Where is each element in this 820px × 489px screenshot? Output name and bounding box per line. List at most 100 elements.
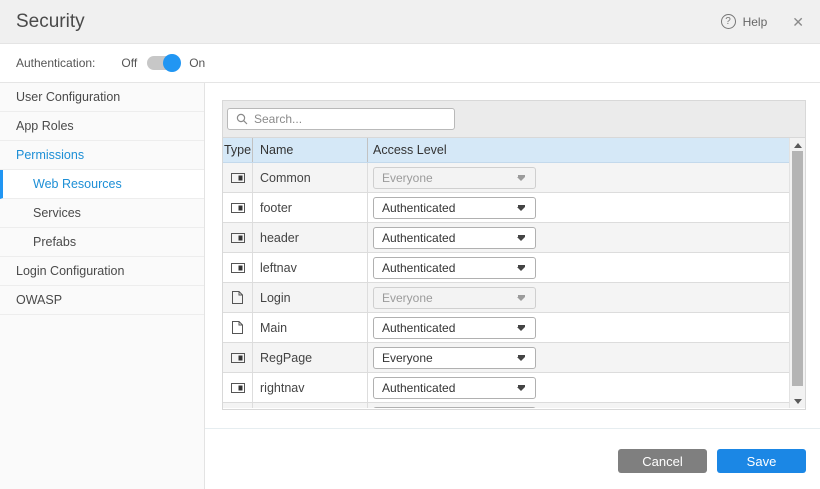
table-row[interactable]: rightnav Authenticated	[223, 373, 789, 403]
caret-down-icon	[517, 295, 525, 301]
table-row[interactable]: Main Authenticated	[223, 313, 789, 343]
sidebar-item-permissions[interactable]: Permissions	[0, 141, 204, 170]
main-panel: Type Name Access Level Commo	[205, 83, 820, 489]
access-level-select[interactable]: Everyone	[373, 287, 536, 309]
cancel-button[interactable]: Cancel	[618, 449, 707, 473]
access-level-cell: Everyone	[368, 163, 789, 192]
partial-page-icon	[231, 203, 245, 213]
access-level-value: Everyone	[382, 171, 517, 185]
resource-type-cell	[223, 223, 253, 252]
table-row[interactable]: Login Everyone	[223, 283, 789, 313]
column-header-name: Name	[253, 138, 368, 162]
security-dialog: Security ? Help ✕ Authentication: Off On…	[0, 0, 820, 489]
page-icon	[232, 291, 243, 304]
column-header-type: Type	[223, 138, 253, 162]
close-icon[interactable]: ✕	[792, 15, 804, 29]
partial-page-icon	[231, 383, 245, 393]
sidebar-item-services[interactable]: Services	[0, 199, 204, 228]
access-level-value: Everyone	[382, 351, 517, 365]
resources-grid: Type Name Access Level Commo	[222, 100, 806, 410]
caret-down-icon	[517, 355, 525, 361]
search-input[interactable]	[254, 112, 446, 126]
save-button[interactable]: Save	[717, 449, 806, 473]
access-level-value: Everyone	[382, 291, 517, 305]
toggle-on-label: On	[189, 56, 205, 70]
access-level-value: Authenticated	[382, 261, 517, 275]
access-level-cell	[368, 403, 789, 408]
partial-page-icon	[231, 263, 245, 273]
sidebar-item-login-configuration[interactable]: Login Configuration	[0, 257, 204, 286]
access-level-cell: Authenticated	[368, 193, 789, 222]
table-row[interactable]: leftnav Authenticated	[223, 253, 789, 283]
sidebar: User Configuration App Roles Permissions…	[0, 83, 205, 489]
table-row[interactable]	[223, 403, 789, 408]
grid-body: Type Name Access Level Commo	[223, 138, 805, 408]
resource-type-cell	[223, 403, 253, 408]
resource-name: Login	[253, 283, 368, 312]
resource-type-cell	[223, 283, 253, 312]
access-level-value: Authenticated	[382, 321, 517, 335]
access-level-select[interactable]: Authenticated	[373, 227, 536, 249]
access-level-select[interactable]: Everyone	[373, 347, 536, 369]
sidebar-item-web-resources[interactable]: Web Resources	[0, 170, 204, 199]
access-level-cell: Authenticated	[368, 313, 789, 342]
access-level-select[interactable]: Authenticated	[373, 377, 536, 399]
resource-type-cell	[223, 193, 253, 222]
scroll-up-icon[interactable]	[790, 138, 805, 152]
resource-type-cell	[223, 163, 253, 192]
table-row[interactable]: footer Authenticated	[223, 193, 789, 223]
sidebar-item-user-configuration[interactable]: User Configuration	[0, 83, 204, 112]
action-buttons: Cancel Save	[205, 449, 820, 473]
access-level-value: Authenticated	[382, 231, 517, 245]
sidebar-item-prefabs[interactable]: Prefabs	[0, 228, 204, 257]
partial-page-icon	[231, 353, 245, 363]
access-level-cell: Authenticated	[368, 373, 789, 402]
scroll-down-icon[interactable]	[790, 394, 805, 408]
access-level-select[interactable]: Authenticated	[373, 317, 536, 339]
partial-page-icon	[231, 233, 245, 243]
access-level-cell: Authenticated	[368, 223, 789, 252]
resource-name: header	[253, 223, 368, 252]
access-level-value: Authenticated	[382, 381, 517, 395]
table-header-row: Type Name Access Level	[223, 138, 789, 163]
caret-down-icon	[517, 325, 525, 331]
partial-page-icon	[231, 173, 245, 183]
table-body: Common Everyone footer	[223, 163, 789, 408]
access-level-cell: Authenticated	[368, 253, 789, 282]
sidebar-item-app-roles[interactable]: App Roles	[0, 112, 204, 141]
page-title: Security	[16, 11, 85, 33]
help-icon[interactable]: ?	[721, 14, 736, 29]
search-icon	[236, 113, 248, 125]
caret-down-icon	[517, 385, 525, 391]
resource-type-cell	[223, 313, 253, 342]
caret-down-icon	[517, 205, 525, 211]
help-link[interactable]: Help	[743, 15, 768, 29]
access-level-select[interactable]	[373, 407, 536, 408]
page-icon	[232, 321, 243, 334]
titlebar: Security ? Help ✕	[0, 0, 820, 44]
access-level-value: Authenticated	[382, 201, 517, 215]
resource-type-cell	[223, 343, 253, 372]
resource-name: rightnav	[253, 373, 368, 402]
caret-down-icon	[517, 235, 525, 241]
vertical-scrollbar[interactable]	[789, 138, 805, 408]
search-box[interactable]	[227, 108, 455, 130]
authentication-label: Authentication:	[16, 56, 95, 70]
sidebar-item-owasp[interactable]: OWASP	[0, 286, 204, 315]
authentication-toggle[interactable]	[147, 56, 179, 70]
resource-name	[253, 403, 368, 408]
footer-divider	[205, 428, 820, 429]
table-row[interactable]: Common Everyone	[223, 163, 789, 193]
access-level-select[interactable]: Authenticated	[373, 257, 536, 279]
access-level-select[interactable]: Everyone	[373, 167, 536, 189]
resource-name: Main	[253, 313, 368, 342]
resource-name: Common	[253, 163, 368, 192]
access-level-select[interactable]: Authenticated	[373, 197, 536, 219]
table-row[interactable]: header Authenticated	[223, 223, 789, 253]
table-row[interactable]: RegPage Everyone	[223, 343, 789, 373]
caret-down-icon	[517, 175, 525, 181]
authentication-row: Authentication: Off On	[0, 44, 820, 83]
resource-type-cell	[223, 253, 253, 282]
resource-name: footer	[253, 193, 368, 222]
scrollbar-thumb[interactable]	[792, 151, 803, 386]
